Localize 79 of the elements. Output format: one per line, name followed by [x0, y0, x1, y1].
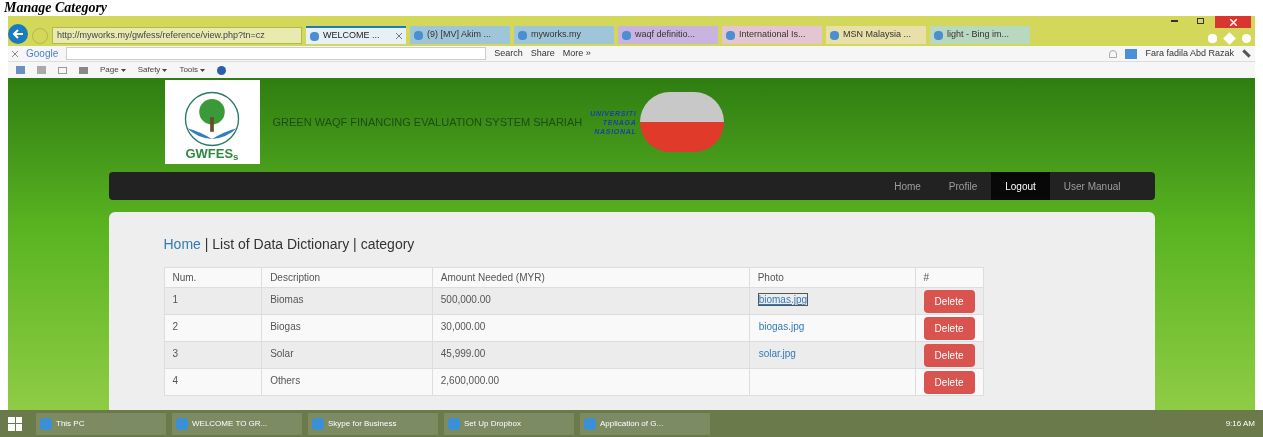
user-avatar-icon [1125, 48, 1138, 59]
breadcrumb-home-link[interactable]: Home [163, 234, 201, 255]
wrench-icon[interactable] [1242, 49, 1251, 58]
app-icon [584, 417, 596, 430]
table-cell: Biogas [261, 314, 433, 342]
taskbar-button[interactable]: Set Up Dropbox [444, 412, 574, 435]
page-icon [830, 30, 839, 40]
nav-link[interactable]: Home [880, 172, 935, 200]
close-toolbar-icon[interactable] [12, 50, 18, 57]
table-cell: 2 [164, 314, 262, 342]
user-menu[interactable]: Fara fadila Abd Razak [1145, 46, 1234, 61]
app-icon [312, 417, 324, 430]
command-menu[interactable]: Tools [179, 64, 206, 76]
photo-link[interactable]: solar.jpg [757, 347, 797, 360]
logo-text: GWFES$_{s}$ [185, 147, 239, 160]
page-icon [414, 30, 423, 40]
taskbar-button[interactable]: This PC [36, 412, 166, 435]
site-title: GREEN WAQF FINANCING EVALUATION SYSTEM SHARIAH [272, 114, 583, 130]
nav-link[interactable]: Profile [934, 172, 992, 200]
browser-tab[interactable]: light - Bing im... [930, 26, 1030, 44]
table-cell: 2,600,000.00 [432, 368, 750, 396]
table-cell: Others [261, 368, 433, 396]
browser-tab[interactable]: WELCOME ... [306, 26, 406, 44]
page-icon [934, 30, 943, 40]
search-field[interactable] [66, 47, 487, 60]
app-icon [448, 417, 460, 430]
column-header: Photo [749, 267, 916, 288]
table-cell: 3 [164, 341, 262, 369]
app-icon [40, 417, 52, 430]
caret-icon [120, 68, 126, 72]
photo-link[interactable]: biogas.jpg [757, 320, 806, 333]
browser-tab[interactable]: myworks.my [514, 26, 614, 44]
photo-link[interactable]: biomas.jpg [757, 293, 809, 306]
page-icon [518, 30, 527, 40]
delete-button[interactable]: Delete [923, 289, 975, 313]
delete-button[interactable]: Delete [923, 370, 975, 394]
taskbar-button[interactable]: Application of G... [580, 412, 710, 435]
breadcrumb-path: | List of Data Dictionary | category [203, 235, 415, 254]
nav-link[interactable]: User Manual [1049, 172, 1135, 200]
page-icon [310, 31, 319, 41]
back-icon[interactable] [8, 24, 28, 44]
delete-button[interactable]: Delete [923, 343, 975, 367]
clock: 9:16 AM [1225, 417, 1255, 430]
more-button[interactable]: More » [562, 46, 591, 61]
google-brand: Google [26, 47, 59, 61]
table-cell: 500,000.00 [432, 287, 750, 315]
page-icon [726, 30, 735, 40]
mail-icon[interactable] [58, 66, 67, 74]
browser-tab[interactable]: International Is... [722, 26, 822, 44]
delete-button[interactable]: Delete [923, 316, 975, 340]
page-icon [622, 30, 631, 40]
caret-icon [162, 68, 168, 72]
document-heading: Manage Category [4, 0, 108, 16]
taskbar-button[interactable]: WELCOME TO GR... [172, 412, 302, 435]
command-menu[interactable]: Safety [137, 64, 168, 76]
table-cell: Solar [261, 341, 433, 369]
app-icon [176, 417, 188, 430]
column-header: Amount Needed (MYR) [432, 267, 750, 288]
share-button[interactable]: Share [530, 46, 555, 61]
windows-start-icon[interactable] [8, 416, 22, 431]
close-icon[interactable] [1215, 16, 1251, 28]
table-cell: 4 [164, 368, 262, 396]
table-cell: Biomas [261, 287, 433, 315]
taskbar-button[interactable]: Skype for Business [308, 412, 438, 435]
browser-tab[interactable]: (9) [MV] Akim ... [410, 26, 510, 44]
search-button[interactable]: Search [494, 46, 523, 61]
address-bar[interactable]: http://myworks.my/gwfess/reference/view.php?tn=cz [52, 27, 302, 44]
close-tab-icon[interactable] [396, 33, 402, 39]
column-header: Num. [164, 267, 262, 288]
table-cell: 45,999.00 [432, 341, 750, 369]
table-cell: 1 [164, 287, 262, 315]
browser-tab[interactable]: MSN Malaysia ... [826, 26, 926, 44]
column-header: Description [261, 267, 433, 288]
command-menu[interactable]: Page [100, 64, 126, 76]
column-header: # [915, 267, 983, 288]
nav-link[interactable]: Logout [991, 172, 1050, 200]
caret-icon [200, 68, 206, 72]
table-cell: 30,000.00 [432, 314, 750, 342]
browser-tab[interactable]: waqf definitio... [618, 26, 718, 44]
